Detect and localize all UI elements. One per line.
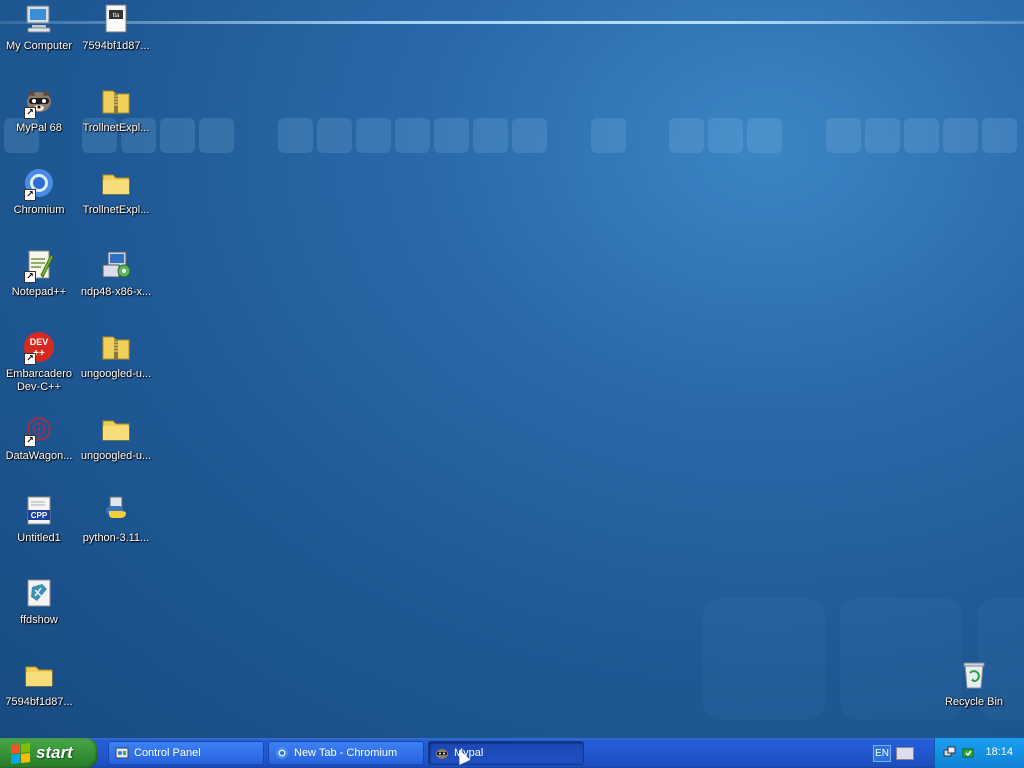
icon-label: TrollnetExpl... bbox=[82, 122, 150, 134]
mypal-raccoon-icon: ↗ bbox=[22, 84, 56, 119]
icon-label: ungoogled-u... bbox=[80, 368, 152, 380]
clock[interactable]: 18:14 bbox=[985, 746, 1013, 758]
icon-label: ungoogled-u... bbox=[80, 450, 152, 462]
wallpaper-tile bbox=[747, 118, 782, 153]
folder-icon bbox=[22, 658, 56, 692]
devcpp-icon: DEV ++ ↗ bbox=[22, 330, 56, 365]
wallpaper-tile bbox=[826, 118, 861, 153]
network-icon[interactable] bbox=[943, 746, 957, 760]
wallpaper-tile bbox=[434, 118, 469, 153]
desktop-icon-python[interactable]: python-3.11... bbox=[78, 494, 154, 545]
wallpaper-tile bbox=[199, 118, 234, 153]
system-tray: 18:14 bbox=[934, 738, 1024, 768]
task-label: Control Panel bbox=[134, 747, 201, 759]
wallpaper-tile bbox=[473, 118, 508, 153]
folder-icon bbox=[99, 412, 133, 446]
icon-label: MyPal 68 bbox=[16, 122, 62, 134]
wallpaper-tile bbox=[395, 118, 430, 153]
wallpaper-tile bbox=[591, 118, 626, 153]
shortcut-arrow-icon: ↗ bbox=[24, 189, 36, 201]
wallpaper-tile bbox=[669, 118, 704, 153]
desktop[interactable]: My Computer ↗ MyPal 68 ↗ Chromium ↗ Note… bbox=[0, 0, 1024, 738]
notepadpp-icon: ↗ bbox=[22, 248, 56, 283]
taskbar-button-chromium[interactable]: New Tab - Chromium bbox=[268, 741, 424, 765]
zip-folder-icon bbox=[99, 84, 133, 118]
icon-label: DataWagon... bbox=[5, 450, 73, 462]
desktop-icon-ungoogled-folder[interactable]: ungoogled-u... bbox=[78, 412, 154, 463]
python-installer-icon bbox=[99, 494, 133, 528]
chromium-icon bbox=[275, 746, 289, 760]
icon-label: ndp48-x86-x... bbox=[80, 286, 152, 298]
icon-label: 7594bf1d87... bbox=[82, 40, 150, 52]
icon-label: Embarcadero Dev-C++ bbox=[5, 368, 73, 393]
icon-label: My Computer bbox=[5, 40, 73, 52]
shortcut-arrow-icon: ↗ bbox=[24, 107, 36, 119]
wallpaper-tile bbox=[865, 118, 900, 153]
icon-label: Notepad++ bbox=[11, 286, 67, 298]
recycle-bin-icon bbox=[957, 658, 991, 692]
desktop-icon-devcpp[interactable]: DEV ++ ↗ Embarcadero Dev-C++ bbox=[1, 330, 77, 394]
svg-text:CPP: CPP bbox=[31, 511, 48, 520]
desktop-icon-recycle-bin[interactable]: Recycle Bin bbox=[936, 658, 1012, 709]
desktop-icon-file-7594[interactable]: tta 7594bf1d87... bbox=[78, 2, 154, 53]
wallpaper-tile bbox=[512, 118, 547, 153]
icon-label: Untitled1 bbox=[17, 532, 61, 544]
task-label: New Tab - Chromium bbox=[294, 747, 398, 759]
image-file-icon: tta bbox=[99, 2, 133, 36]
wallpaper-tile bbox=[904, 118, 939, 153]
taskbar-button-control-panel[interactable]: Control Panel bbox=[108, 741, 264, 765]
icon-label: Chromium bbox=[13, 204, 65, 216]
start-button[interactable]: start bbox=[0, 738, 98, 768]
shortcut-arrow-icon: ↗ bbox=[24, 353, 36, 365]
desktop-icon-chromium[interactable]: ↗ Chromium bbox=[1, 166, 77, 217]
taskbar-button-mypal[interactable]: Mypal bbox=[428, 741, 584, 765]
desktop-icon-ungoogled-zip[interactable]: ungoogled-u... bbox=[78, 330, 154, 381]
chromium-icon: ↗ bbox=[22, 166, 56, 201]
my-computer-icon bbox=[22, 2, 56, 36]
keyboard-icon[interactable] bbox=[896, 747, 914, 760]
desktop-icon-datawagon[interactable]: ↗ DataWagon... bbox=[1, 412, 77, 463]
svg-text:tta: tta bbox=[113, 13, 120, 19]
shortcut-arrow-icon: ↗ bbox=[24, 435, 36, 447]
icon-label: python-3.11... bbox=[82, 532, 150, 544]
cpp-file-icon: CPP bbox=[22, 494, 56, 528]
desktop-icon-my-computer[interactable]: My Computer bbox=[1, 2, 77, 53]
desktop-icon-trollnet-folder[interactable]: TrollnetExpl... bbox=[78, 166, 154, 217]
desktop-icon-ffdshow[interactable]: ffdshow bbox=[1, 576, 77, 627]
folder-icon bbox=[99, 166, 133, 200]
desktop-icon-notepadpp[interactable]: ↗ Notepad++ bbox=[1, 248, 77, 299]
svg-text:DEV: DEV bbox=[30, 337, 49, 347]
icon-label: 7594bf1d87... bbox=[5, 696, 73, 708]
ffdshow-icon bbox=[22, 576, 56, 610]
control-panel-icon bbox=[115, 746, 129, 760]
wallpaper-tile bbox=[982, 118, 1017, 153]
icon-label: TrollnetExpl... bbox=[82, 204, 150, 216]
wallpaper-tile bbox=[278, 118, 313, 153]
desktop-icon-ndp48[interactable]: ndp48-x86-x... bbox=[78, 248, 154, 299]
zip-folder-icon bbox=[99, 330, 133, 364]
wallpaper-tile bbox=[356, 118, 391, 153]
wallpaper-tile bbox=[703, 598, 825, 720]
icon-label: Recycle Bin bbox=[944, 696, 1004, 708]
wallpaper-tile bbox=[160, 118, 195, 153]
icon-label: ffdshow bbox=[20, 614, 58, 626]
start-label: start bbox=[36, 743, 73, 762]
taskbar: start Control Panel New Tab - Chromium M… bbox=[0, 738, 1024, 768]
language-indicator[interactable]: EN bbox=[873, 745, 891, 762]
safely-remove-icon[interactable] bbox=[961, 746, 975, 760]
shortcut-arrow-icon: ↗ bbox=[24, 271, 36, 283]
installer-icon bbox=[99, 248, 133, 282]
windows-logo-icon bbox=[11, 742, 30, 764]
desktop-icon-untitled1[interactable]: CPP Untitled1 bbox=[1, 494, 77, 545]
desktop-icon-mypal[interactable]: ↗ MyPal 68 bbox=[1, 84, 77, 135]
mypal-raccoon-icon bbox=[435, 746, 449, 760]
desktop-icon-trollnet-zip[interactable]: TrollnetExpl... bbox=[78, 84, 154, 135]
datawagon-icon: ↗ bbox=[22, 412, 56, 447]
desktop-icon-folder-7594[interactable]: 7594bf1d87... bbox=[1, 658, 77, 709]
wallpaper-tile bbox=[708, 118, 743, 153]
wallpaper-tile bbox=[317, 118, 352, 153]
wallpaper-tile bbox=[943, 118, 978, 153]
